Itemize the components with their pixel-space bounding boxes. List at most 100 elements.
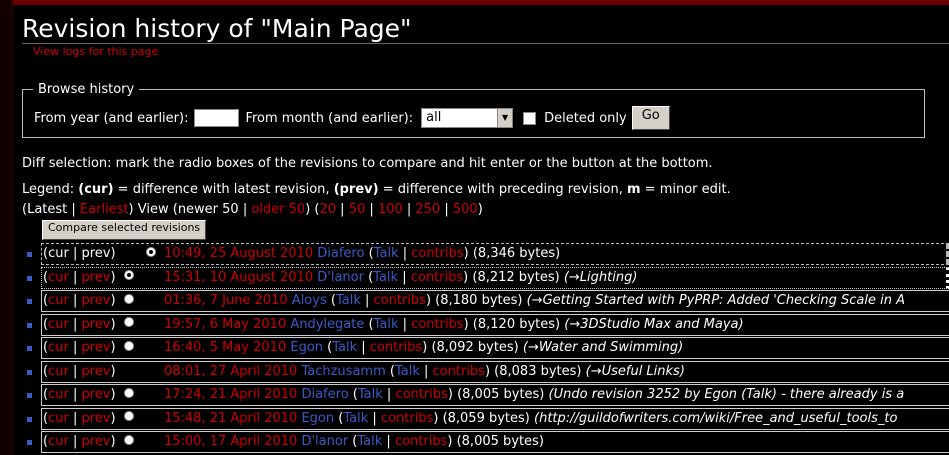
user-link[interactable]: Diafero <box>317 246 364 261</box>
contribs-link[interactable]: contribs <box>411 270 463 285</box>
user-link[interactable]: Tachzusamm <box>301 364 385 379</box>
limit-500-link[interactable]: 500 <box>453 202 478 217</box>
user-link[interactable]: D'lanor <box>317 270 364 285</box>
prev-link[interactable]: prev <box>81 434 110 449</box>
prev-link[interactable]: prev <box>81 317 110 332</box>
list-bullet-icon <box>27 299 32 304</box>
revision-date-link[interactable]: 17:24, 21 April 2010 <box>164 387 297 402</box>
talk-link[interactable]: Talk <box>395 364 420 379</box>
prev-link[interactable]: prev <box>81 293 110 308</box>
revision-date-link[interactable]: 08:01, 27 April 2010 <box>164 364 297 379</box>
revision-date-link[interactable]: 01:36, 7 June 2010 <box>164 293 288 308</box>
view-logs-link[interactable]: View logs for this page <box>33 45 158 58</box>
nav-earliest-link[interactable]: Earliest <box>80 202 129 217</box>
prev-link[interactable]: prev <box>81 387 110 402</box>
user-link[interactable]: Andylegate <box>290 317 364 332</box>
user-link[interactable]: D'lanor <box>301 434 348 449</box>
cur-link[interactable]: cur <box>48 270 69 285</box>
nav-older-link[interactable]: older 50 <box>251 202 305 217</box>
talk-link[interactable]: Talk <box>374 317 399 332</box>
browse-history-fieldset: Browse history From year (and earlier): … <box>22 82 925 138</box>
limit-250-link[interactable]: 250 <box>415 202 440 217</box>
contribs-link[interactable]: contribs <box>395 387 447 402</box>
revision-entry: (cur | prev) 15:31, 10 August 2010 D'lan… <box>41 266 949 289</box>
contribs-link[interactable]: contribs <box>411 317 463 332</box>
nav-sep: | <box>440 202 453 217</box>
compare-revisions-button[interactable]: Compare selected revisions <box>42 220 207 240</box>
talk-link[interactable]: Talk <box>336 293 361 308</box>
deleted-only-checkbox[interactable] <box>523 111 537 125</box>
revision-row: (cur | prev) 16:40, 5 May 2010 Egon (Tal… <box>22 337 949 361</box>
cur-link[interactable]: cur <box>48 411 69 426</box>
month-label: From month (and earlier): <box>245 110 414 126</box>
revision-row: (cur | prev) 15:48, 21 April 2010 Egon (… <box>22 407 949 432</box>
contribs-link[interactable]: contribs <box>433 364 485 379</box>
diff-radio-old[interactable] <box>123 317 134 327</box>
prev-link[interactable]: prev <box>81 411 110 426</box>
revision-date-link[interactable]: 15:48, 21 April 2010 <box>164 411 297 426</box>
diff-radio-old[interactable] <box>123 387 134 398</box>
revision-date-link[interactable]: 15:31, 10 August 2010 <box>164 270 313 285</box>
diff-radio-old[interactable] <box>123 293 134 304</box>
revision-date-link[interactable]: 19:57, 6 May 2010 <box>164 317 286 332</box>
cur-link[interactable]: cur <box>48 317 69 332</box>
user-link[interactable]: Egon <box>301 411 334 426</box>
limit-100-link[interactable]: 100 <box>378 202 403 217</box>
contribs-link[interactable]: contribs <box>374 293 426 308</box>
revision-size: (8,346 bytes) <box>472 246 561 261</box>
limit-20-link[interactable]: 20 <box>319 202 336 217</box>
year-label: From year (and earlier): <box>34 110 189 126</box>
deleted-only-label: Deleted only <box>544 110 627 126</box>
edit-summary: (Undo revision 3252 by Egon (Talk) - the… <box>548 387 905 402</box>
user-link[interactable]: Egon <box>290 340 323 355</box>
edit-summary: (http://guildofwriters.com/wiki/Free_and… <box>534 410 898 426</box>
month-select[interactable]: all ▼ <box>421 108 514 128</box>
talk-link[interactable]: Talk <box>332 340 357 355</box>
revision-row: (cur | prev) 15:00, 17 April 2010 D'lano… <box>22 431 949 455</box>
go-button[interactable]: Go <box>631 106 670 130</box>
nav-sep: | <box>402 202 416 217</box>
contribs-link[interactable]: contribs <box>370 340 422 355</box>
revision-date-link[interactable]: 15:00, 17 April 2010 <box>164 434 297 449</box>
limit-50-link[interactable]: 50 <box>349 202 366 217</box>
revision-date-link[interactable]: 10:49, 25 August 2010 <box>164 246 313 261</box>
cur-link[interactable]: cur <box>48 434 69 449</box>
prev-link[interactable]: prev <box>81 270 110 285</box>
nav-sep: | <box>336 202 349 217</box>
legend-mid1: = difference with latest revision, <box>113 182 334 197</box>
revision-entry: (cur | prev) 08:01, 27 April 2010 Tachzu… <box>41 360 949 383</box>
diff-instructions: Diff selection: mark the radio boxes of … <box>22 156 713 171</box>
prev-link[interactable]: prev <box>81 340 110 355</box>
talk-link[interactable]: Talk <box>357 434 382 449</box>
contribs-link[interactable]: contribs <box>411 246 463 261</box>
talk-link[interactable]: Talk <box>373 270 398 285</box>
user-link[interactable]: Aloys <box>292 293 327 308</box>
diff-radio-old[interactable] <box>123 270 134 280</box>
diff-radio-new[interactable] <box>145 246 156 257</box>
list-bullet-icon <box>27 369 32 375</box>
cur-link[interactable]: cur <box>48 387 69 402</box>
contribs-link[interactable]: contribs <box>381 411 433 426</box>
user-link[interactable]: Diafero <box>301 387 348 402</box>
legend-prefix: Legend: <box>22 182 79 197</box>
revision-date-link[interactable]: 16:40, 5 May 2010 <box>164 340 286 355</box>
prev-link[interactable]: prev <box>81 364 110 379</box>
year-input[interactable] <box>194 109 240 127</box>
chevron-down-icon[interactable]: ▼ <box>497 109 513 127</box>
nav-view: ) View ( <box>128 202 178 217</box>
diff-radio-old[interactable] <box>123 434 134 445</box>
cur-link[interactable]: cur <box>48 340 69 355</box>
diff-radio-old[interactable] <box>123 340 134 351</box>
talk-link[interactable]: Talk <box>358 387 383 402</box>
contribs-link[interactable]: contribs <box>395 434 447 449</box>
nav-sep: | <box>365 202 378 217</box>
diff-radio-old[interactable] <box>123 411 134 421</box>
cur-link[interactable]: cur <box>48 293 69 308</box>
nav-sep: | <box>238 202 252 217</box>
list-bullet-icon <box>27 346 32 351</box>
edit-summary: (→Getting Started with PyPRP: Added 'Che… <box>526 293 906 308</box>
cur-link[interactable]: cur <box>48 364 69 379</box>
talk-link[interactable]: Talk <box>374 246 399 261</box>
talk-link[interactable]: Talk <box>343 411 368 426</box>
revision-row: (cur | prev) 08:01, 27 April 2010 Tachzu… <box>22 360 949 385</box>
